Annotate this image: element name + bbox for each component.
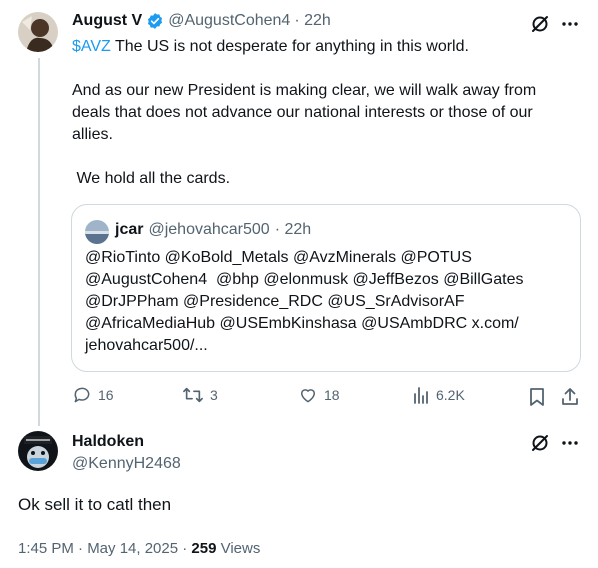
post-text-line4: allies. xyxy=(72,126,113,143)
cashtag-link[interactable]: $AVZ xyxy=(72,38,111,55)
more-options-icon[interactable] xyxy=(559,13,581,35)
grok-icon[interactable] xyxy=(529,13,551,35)
quoted-post-time: · 22h xyxy=(274,221,312,238)
repost-icon xyxy=(182,385,204,405)
analytics-icon xyxy=(412,385,430,405)
repost-button[interactable]: 3 xyxy=(182,385,218,405)
post-header: August V @AugustCohen4 · 22h xyxy=(72,12,331,30)
reply-header: Haldoken @KennyH2468 xyxy=(72,433,181,473)
quoted-line: jehovahcar500/... xyxy=(85,337,208,354)
quoted-author-handle: @jehovahcar500 xyxy=(148,221,270,238)
reply-button[interactable]: 16 xyxy=(72,385,114,405)
quoted-text: @RioTinto @KoBold_Metals @AvzMinerals @P… xyxy=(85,247,575,357)
like-count: 18 xyxy=(324,387,340,403)
bookmark-icon[interactable] xyxy=(526,386,548,408)
heart-icon xyxy=(298,385,318,405)
avatar-haldoken[interactable] xyxy=(18,431,58,471)
quoted-line: @AfricaMediaHub @USEmbKinshasa @USAmbDRC… xyxy=(85,315,519,332)
thread-line xyxy=(38,58,40,426)
repost-count: 3 xyxy=(210,387,218,403)
views-button[interactable]: 6.2K xyxy=(412,385,465,405)
post-time[interactable]: · 22h xyxy=(294,12,330,30)
quoted-author-name: jcar xyxy=(115,221,144,238)
quoted-post[interactable]: jcar @jehovahcar500 · 22h @RioTinto @KoB… xyxy=(71,204,581,372)
timestamp-text[interactable]: 1:45 PM · May 14, 2025 · xyxy=(18,540,191,557)
avatar-august[interactable] xyxy=(18,12,58,52)
author-handle[interactable]: @AugustCohen4 xyxy=(168,12,290,30)
verified-badge-icon xyxy=(146,12,164,30)
quoted-avatar[interactable] xyxy=(85,220,109,244)
post-body: $AVZ The US is not desperate for anythin… xyxy=(72,36,592,190)
post-timestamp: 1:45 PM · May 14, 2025 · 259 Views xyxy=(18,540,260,557)
reply-icon xyxy=(72,385,92,405)
author-name[interactable]: Haldoken xyxy=(72,433,181,451)
post-text-line2: And as our new President is making clear… xyxy=(72,82,537,99)
reply-text: Ok sell it to catl then xyxy=(18,495,172,514)
views-label: Views xyxy=(216,540,261,557)
author-handle[interactable]: @KennyH2468 xyxy=(72,455,181,473)
author-name[interactable]: August V xyxy=(72,12,142,30)
post-text-line1: The US is not desperate for anything in … xyxy=(110,38,469,55)
quoted-line: @DrJPPham @Presidence_RDC @US_SrAdvisorA… xyxy=(85,293,465,310)
like-button[interactable]: 18 xyxy=(298,385,340,405)
view-count: 6.2K xyxy=(436,387,465,403)
reply-count: 16 xyxy=(98,387,114,403)
more-options-icon[interactable] xyxy=(559,432,581,454)
post-text-line3: deals that does not advance our national… xyxy=(72,104,533,121)
views-count: 259 xyxy=(191,540,217,557)
share-icon[interactable] xyxy=(559,386,581,408)
grok-icon[interactable] xyxy=(529,432,551,454)
quoted-line: @RioTinto @KoBold_Metals @AvzMinerals @P… xyxy=(85,249,472,266)
post-text-line5: We hold all the cards. xyxy=(72,170,231,187)
quoted-line: @AugustCohen4 @bhp @elonmusk @JeffBezos … xyxy=(85,271,524,288)
